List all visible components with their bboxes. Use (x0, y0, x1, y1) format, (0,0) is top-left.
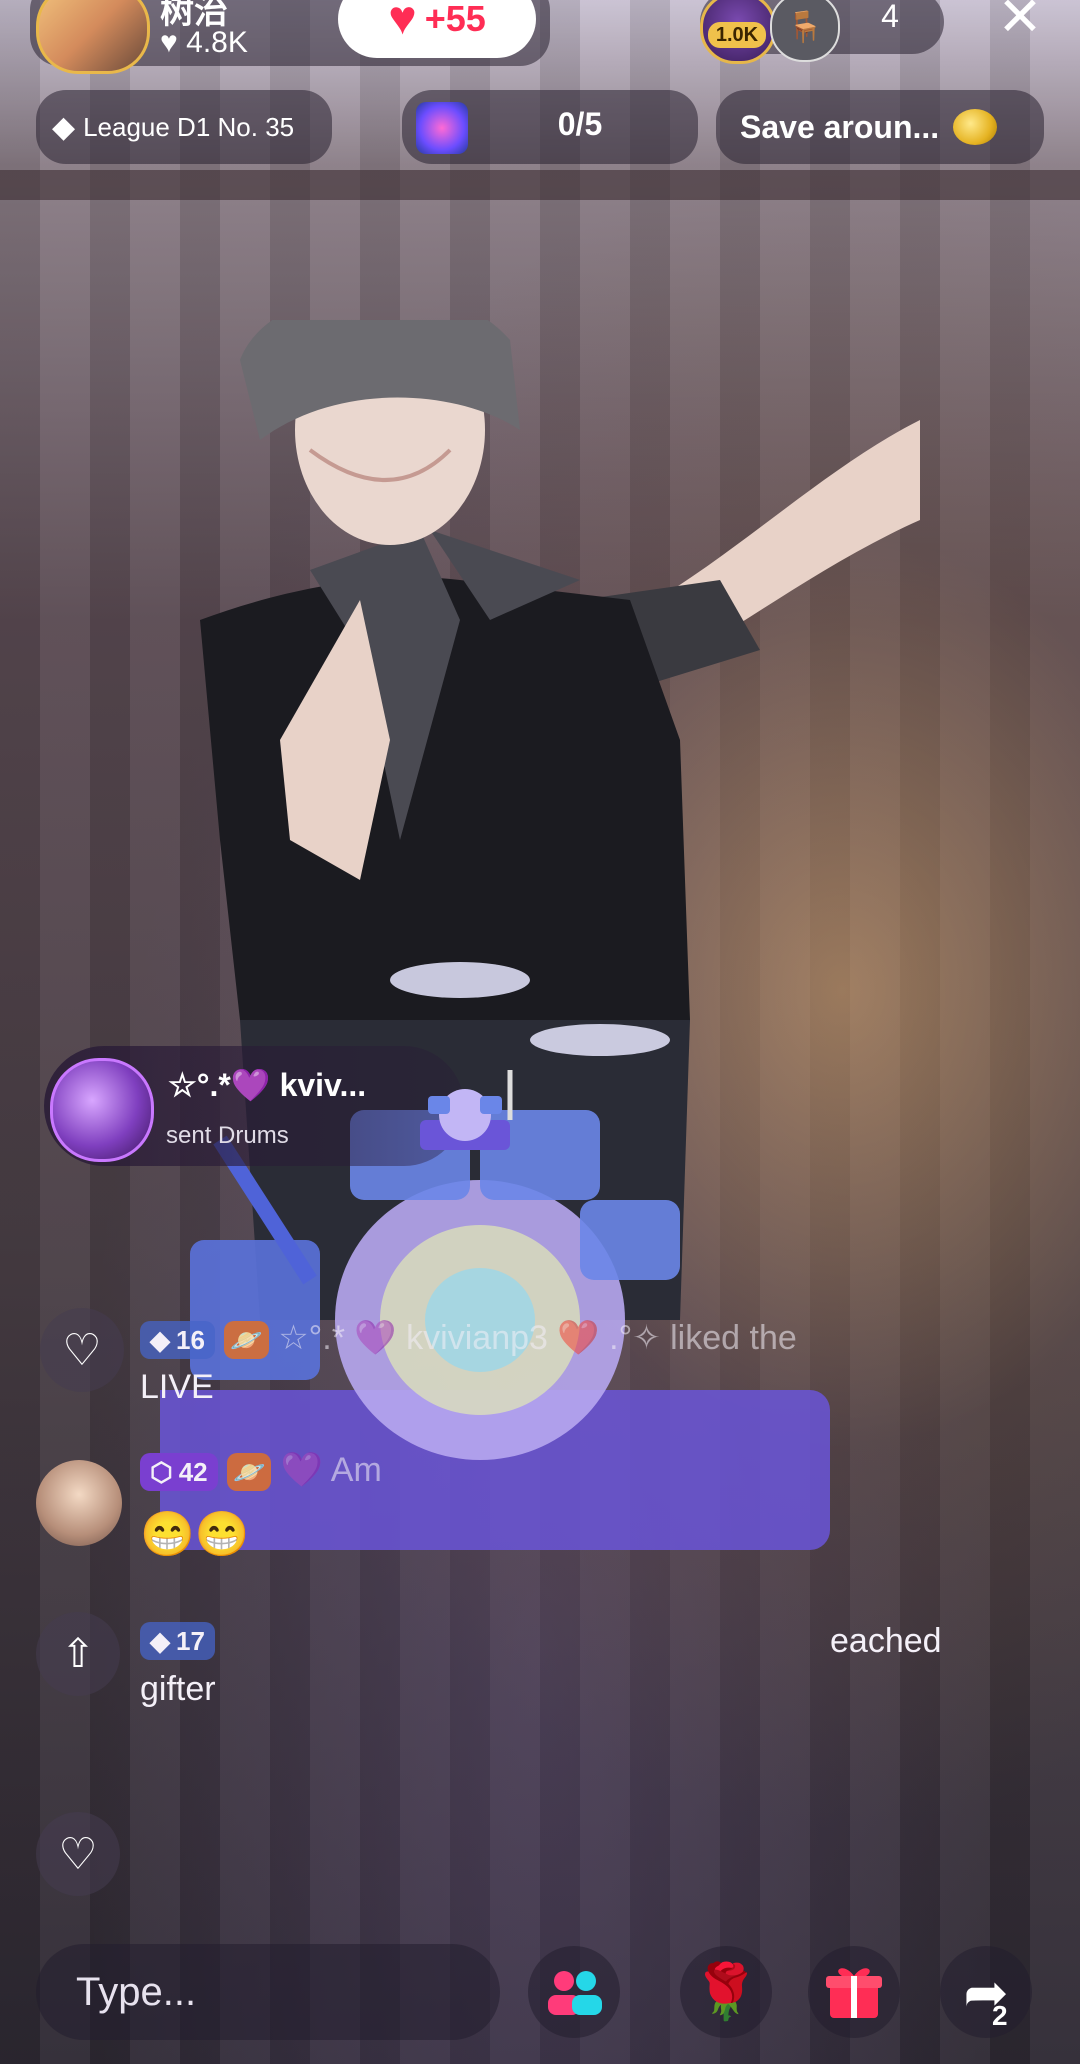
gift-action-text: sent Drums (166, 1122, 289, 1149)
gift-goal-progress: 0/5 (557, 106, 603, 142)
hexagon-icon: ⬡ (150, 1456, 173, 1487)
heart-icon[interactable]: ♡ (36, 1812, 120, 1896)
share-count: 2 (992, 2000, 1008, 2031)
diamond-icon: ◆ (52, 110, 76, 144)
gift-button[interactable] (808, 1946, 900, 2038)
heart-icon: ♥ (160, 26, 178, 59)
people-icon (548, 1971, 602, 2015)
chat-user-avatar[interactable] (36, 1460, 122, 1546)
league-badge[interactable]: ◆ League D1 No. 35 (36, 90, 332, 164)
heart-icon: ♥ (388, 0, 417, 45)
gift-sender-name: ☆°.*💜 kviv... (168, 1067, 367, 1103)
chat-text-tail: eached (830, 1622, 942, 1660)
close-icon[interactable]: ✕ (990, 0, 1050, 52)
chat-message: ⬡ 42 🪐 💜 Am (140, 1450, 382, 1492)
multi-guest-button[interactable] (528, 1946, 620, 2038)
level-number: 42 (178, 1456, 208, 1487)
save-banner-label: Save aroun... (740, 108, 940, 145)
coins-icon (953, 109, 998, 145)
gift-goal-icon (416, 102, 468, 154)
rose-gift-button[interactable]: 🌹 (680, 1946, 772, 2038)
top-viewer-badge: 1.0K (708, 22, 766, 48)
level-badge: ⬡ 42 (140, 1453, 218, 1492)
chat-text-continued: gifter (140, 1670, 216, 1708)
like-button[interactable]: ♥ +55 (338, 0, 536, 58)
comment-input[interactable]: Type... (36, 1944, 500, 2040)
chat-text-continued: LIVE (140, 1368, 214, 1406)
league-label: League D1 No. 35 (83, 111, 295, 142)
rose-icon: 🌹 (692, 1961, 760, 2022)
chat-text: ☆°.* 💜 kvivianp3 ❤️ .°✧ liked the (278, 1319, 797, 1357)
host-likes-count: 4.8K (186, 26, 248, 59)
level-number: 16 (176, 1324, 205, 1355)
level-badge: ◆ 17 (140, 1622, 215, 1661)
host-avatar[interactable] (36, 0, 150, 74)
chat-message: ◆ 16 🪐 ☆°.* 💜 kvivianp3 ❤️ .°✧ liked the (140, 1318, 797, 1360)
viewer-count[interactable]: 4 (850, 0, 930, 35)
share-button[interactable]: ➦ (940, 1946, 1032, 2038)
level-badge: ◆ 16 (140, 1321, 215, 1360)
drums-gift-icon (420, 1070, 513, 1150)
up-arrow-icon[interactable]: ⇧ (36, 1612, 120, 1696)
chat-emoji: 😁😁 (140, 1510, 250, 1559)
gift-sender-avatar[interactable] (50, 1058, 154, 1162)
fan-club-icon: 🪐 (227, 1453, 272, 1492)
level-number: 17 (176, 1625, 205, 1656)
viewer-seat-icon[interactable]: 🪑 (770, 0, 840, 62)
host-likes: ♥ 4.8K (160, 26, 248, 60)
save-banner[interactable]: Save aroun... (716, 90, 1044, 164)
chat-message: ◆ 17 (140, 1620, 215, 1661)
fan-club-icon: 🪐 (224, 1321, 269, 1360)
heart-icon[interactable]: ♡ (40, 1308, 124, 1392)
chat-text: 💜 Am (280, 1451, 382, 1489)
comment-placeholder: Type... (76, 1969, 197, 2014)
streamer-figure (160, 320, 920, 1550)
diamond-icon: ◆ (150, 1625, 170, 1656)
gift-icon (826, 1968, 882, 2018)
like-count: +55 (424, 0, 486, 39)
diamond-icon: ◆ (150, 1324, 170, 1355)
curtain-rod (0, 170, 1080, 200)
